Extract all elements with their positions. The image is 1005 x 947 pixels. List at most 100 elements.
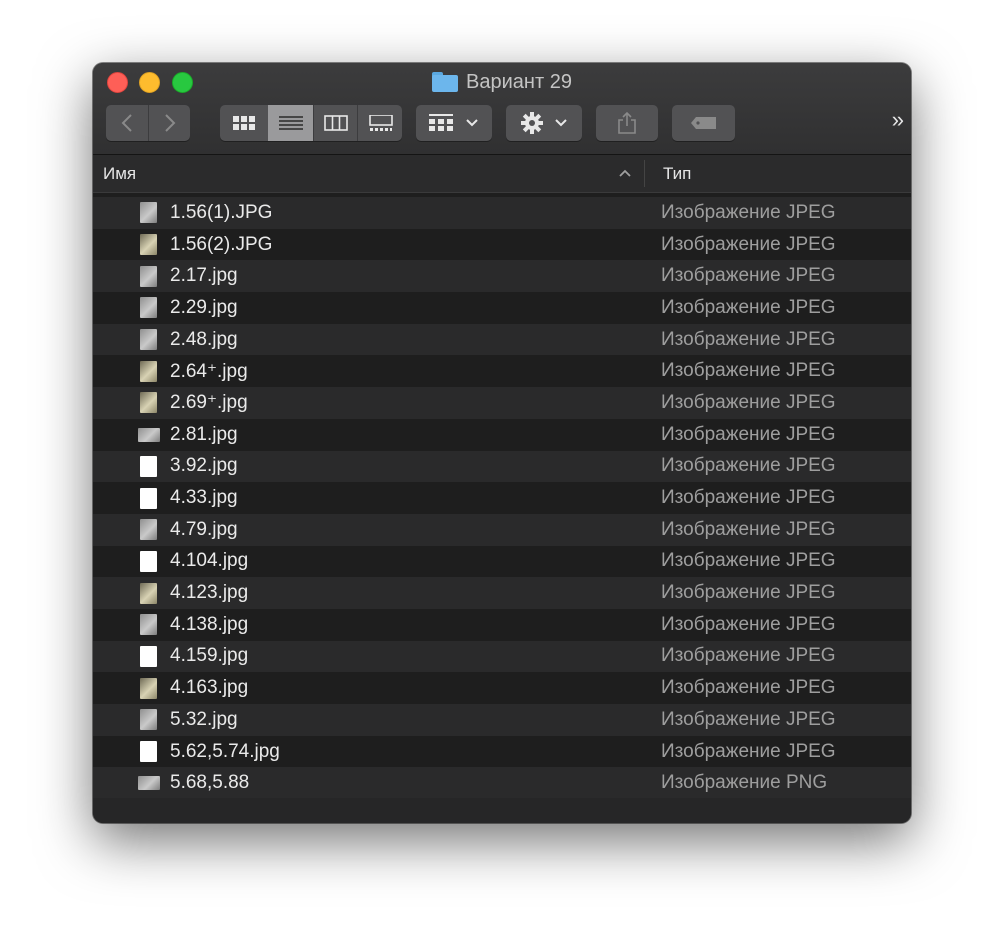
image-thumbnail-icon xyxy=(140,550,157,572)
file-name: 2.81.jpg xyxy=(170,423,238,445)
file-row[interactable]: 4.159.jpg Изображение JPEG xyxy=(93,640,911,673)
file-type: Изображение JPEG xyxy=(661,518,836,540)
image-thumbnail-icon xyxy=(140,202,157,224)
file-list: 1.56(1).JPG Изображение JPEG 1.56(2).JPG Из… xyxy=(93,197,911,800)
file-name: 5.62,5.74.jpg xyxy=(170,740,280,762)
share-button[interactable] xyxy=(596,105,658,141)
file-name: 4.123.jpg xyxy=(170,582,249,604)
view-gallery-button[interactable] xyxy=(357,105,402,141)
share-icon xyxy=(618,111,636,134)
file-name: 3.92.jpg xyxy=(170,455,238,477)
window-title-bar: Вариант 29 xyxy=(93,69,911,95)
sort-ascending-icon[interactable] xyxy=(618,162,632,184)
list-icon xyxy=(278,116,303,130)
image-thumbnail-icon xyxy=(140,519,157,541)
file-row[interactable]: 2.48.jpg Изображение JPEG xyxy=(93,323,911,356)
file-row[interactable]: 3.92.jpg Изображение JPEG xyxy=(93,450,911,483)
file-name: 2.17.jpg xyxy=(170,265,238,287)
back-forward-control xyxy=(106,105,190,141)
column-type-header[interactable]: Тип xyxy=(663,164,691,184)
file-type: Изображение JPEG xyxy=(661,613,836,635)
file-type: Изображение JPEG xyxy=(661,740,836,762)
file-name: 4.104.jpg xyxy=(170,550,249,572)
finder-window: Вариант 29 » Имя Тип 1.56(1).JPG Изображ… xyxy=(93,63,911,823)
file-name: 5.68,5.88 xyxy=(170,772,250,794)
file-type: Изображение JPEG xyxy=(661,201,836,223)
image-thumbnail-icon xyxy=(140,234,157,256)
file-row[interactable]: 2.17.jpg Изображение JPEG xyxy=(93,260,911,293)
columns-icon xyxy=(324,115,348,131)
file-row[interactable]: 1.56(1).JPG Изображение JPEG xyxy=(93,197,911,229)
view-columns-button[interactable] xyxy=(313,105,358,141)
view-icons-button[interactable] xyxy=(220,105,268,141)
chevron-right-icon xyxy=(165,114,176,132)
toolbar: Вариант 29 » xyxy=(93,63,911,155)
file-row[interactable]: 4.123.jpg Изображение JPEG xyxy=(93,577,911,609)
image-thumbnail-icon xyxy=(140,360,157,382)
file-type: Изображение JPEG xyxy=(661,233,836,255)
file-type: Изображение JPEG xyxy=(661,582,836,604)
image-thumbnail-icon xyxy=(140,329,157,351)
toolbar-overflow-button[interactable]: » xyxy=(892,107,904,133)
back-button[interactable] xyxy=(106,105,148,141)
action-menu-button[interactable] xyxy=(506,105,582,141)
file-name: 4.138.jpg xyxy=(170,613,249,635)
image-thumbnail-icon xyxy=(140,265,157,287)
chevron-down-icon xyxy=(555,119,567,127)
file-row[interactable]: 2.69⁺.jpg Изображение JPEG xyxy=(93,387,911,419)
file-row[interactable]: 1.56(2).JPG Изображение JPEG xyxy=(93,228,911,261)
tag-icon xyxy=(690,117,716,129)
file-row[interactable]: 4.163.jpg Изображение JPEG xyxy=(93,672,911,704)
file-name: 2.29.jpg xyxy=(170,296,238,318)
image-thumbnail-icon xyxy=(140,741,157,763)
forward-button[interactable] xyxy=(148,105,191,141)
file-type: Изображение JPEG xyxy=(661,708,836,730)
file-name: 2.69⁺.jpg xyxy=(170,392,248,414)
file-name: 2.48.jpg xyxy=(170,328,238,350)
file-type: Изображение JPEG xyxy=(661,391,836,413)
column-header: Имя Тип xyxy=(93,155,911,193)
folder-icon xyxy=(432,72,459,92)
gear-icon xyxy=(521,112,543,134)
file-type: Изображение JPEG xyxy=(661,360,836,382)
view-mode-control xyxy=(220,105,402,141)
file-row[interactable]: 2.64⁺.jpg Изображение JPEG xyxy=(93,355,911,388)
window-title: Вариант 29 xyxy=(466,70,572,93)
file-type: Изображение JPEG xyxy=(661,645,836,667)
file-name: 1.56(2).JPG xyxy=(170,233,273,255)
file-type: Изображение JPEG xyxy=(661,423,836,445)
grid-icon xyxy=(233,116,255,130)
gallery-icon xyxy=(368,115,393,131)
file-name: 4.163.jpg xyxy=(170,677,249,699)
group-icon xyxy=(429,114,453,131)
image-thumbnail-icon xyxy=(140,487,157,509)
file-row[interactable]: 5.68,5.88 Изображение PNG xyxy=(93,767,911,800)
image-thumbnail-icon xyxy=(140,709,157,731)
file-name: 4.159.jpg xyxy=(170,645,249,667)
column-name-header[interactable]: Имя xyxy=(103,164,136,184)
group-by-button[interactable] xyxy=(416,105,492,141)
file-row[interactable]: 2.81.jpg Изображение JPEG xyxy=(93,418,911,451)
image-thumbnail-icon xyxy=(138,427,160,442)
file-row[interactable]: 4.33.jpg Изображение JPEG xyxy=(93,482,911,514)
file-type: Изображение JPEG xyxy=(661,296,836,318)
view-list-button[interactable] xyxy=(268,105,313,141)
file-type: Изображение PNG xyxy=(661,772,828,794)
image-thumbnail-icon xyxy=(140,392,157,414)
file-type: Изображение JPEG xyxy=(661,550,836,572)
image-thumbnail-icon xyxy=(140,677,157,699)
file-name: 2.64⁺.jpg xyxy=(170,360,248,382)
image-thumbnail-icon xyxy=(140,582,157,604)
file-type: Изображение JPEG xyxy=(661,487,836,509)
tag-button[interactable] xyxy=(672,105,735,141)
chevron-down-icon xyxy=(466,119,478,127)
file-row[interactable]: 4.138.jpg Изображение JPEG xyxy=(93,608,911,641)
file-name: 4.33.jpg xyxy=(170,487,238,509)
file-row[interactable]: 5.62,5.74.jpg Изображение JPEG xyxy=(93,735,911,768)
file-row[interactable]: 4.79.jpg Изображение JPEG xyxy=(93,513,911,546)
file-type: Изображение JPEG xyxy=(661,455,836,477)
file-row[interactable]: 5.32.jpg Изображение JPEG xyxy=(93,704,911,736)
column-divider[interactable] xyxy=(644,160,645,187)
file-row[interactable]: 4.104.jpg Изображение JPEG xyxy=(93,545,911,578)
file-row[interactable]: 2.29.jpg Изображение JPEG xyxy=(93,292,911,324)
